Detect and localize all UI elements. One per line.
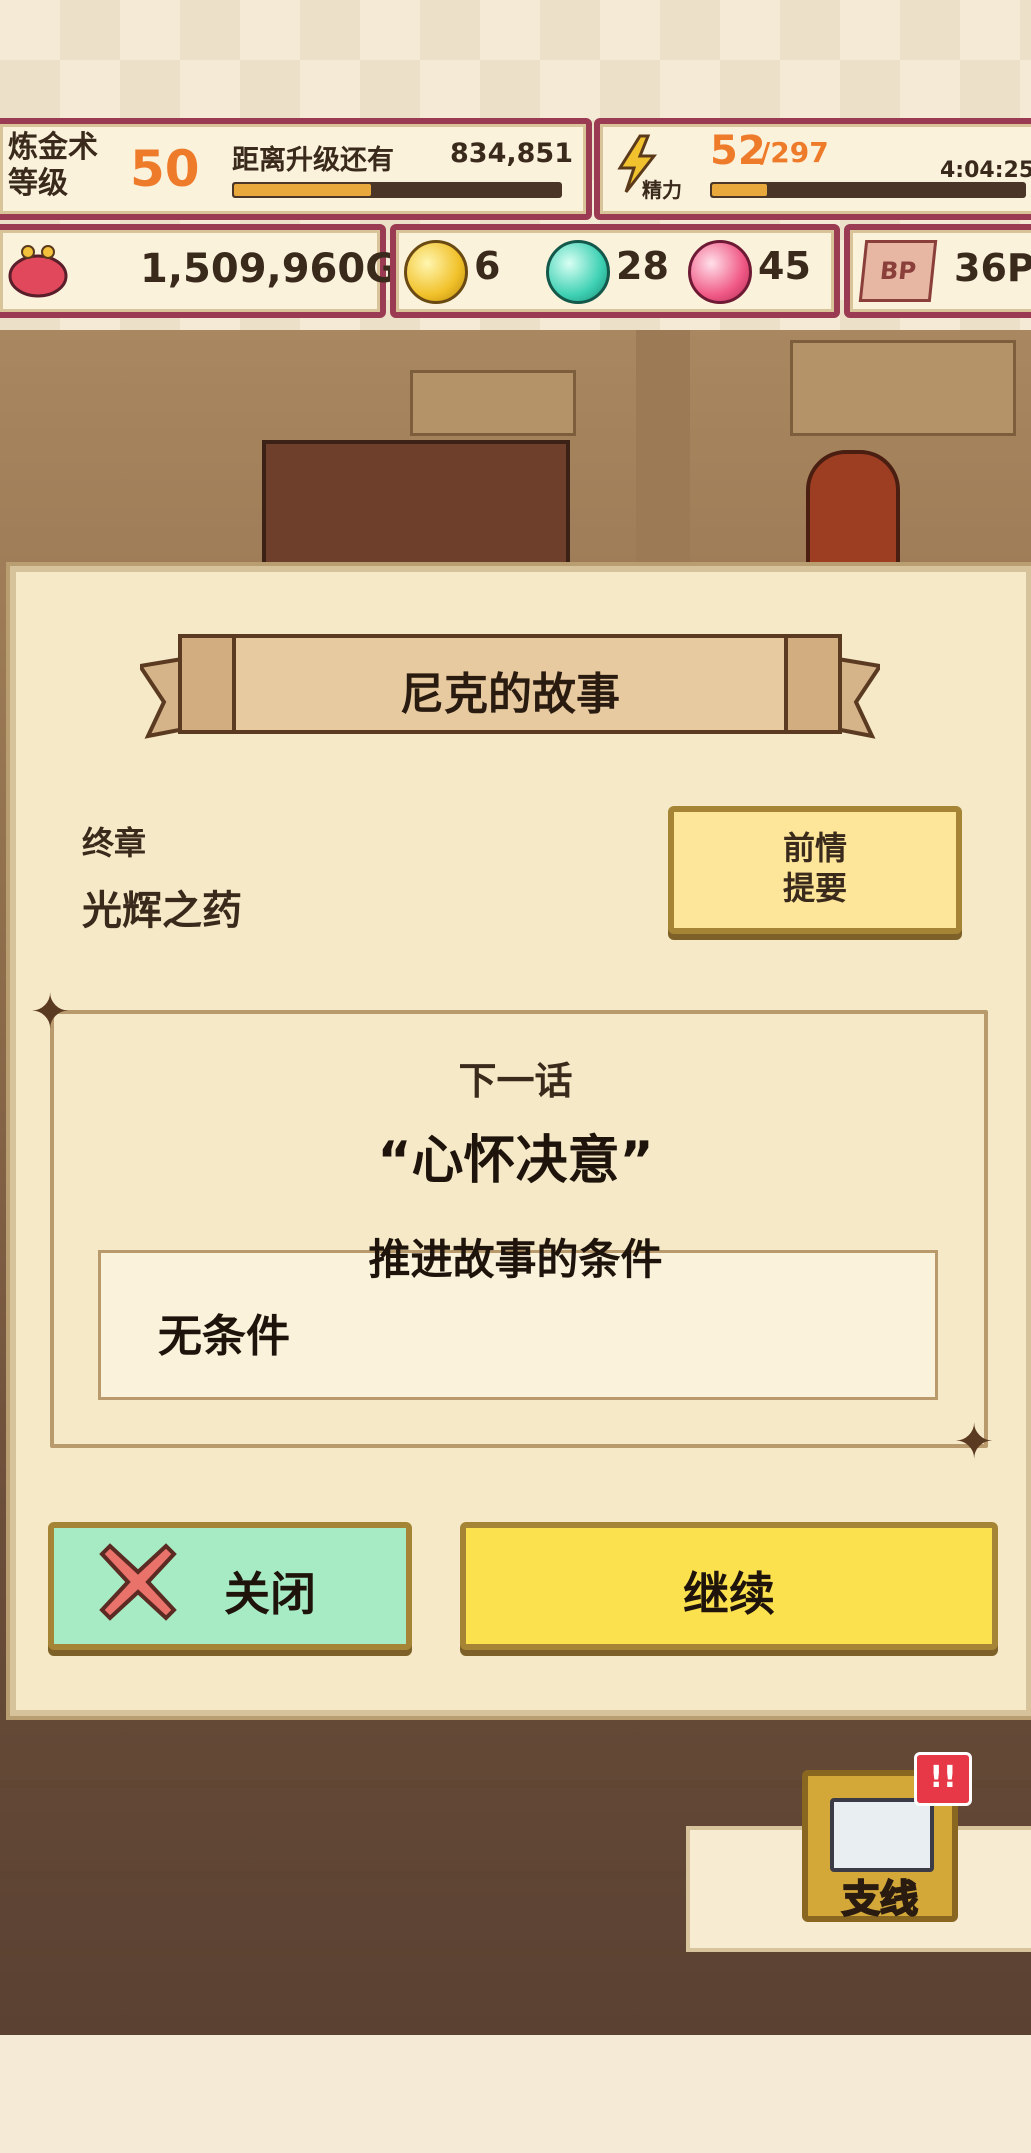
- bp-value: 36P: [954, 246, 1031, 290]
- stamina-max: /297: [760, 136, 829, 169]
- alert-badge-text: !!: [929, 1760, 957, 1795]
- close-x-icon: [98, 1542, 178, 1622]
- purse-icon: [6, 242, 70, 298]
- condition-header: 推进故事的条件: [368, 1235, 663, 1284]
- next-level-value: 834,851: [450, 138, 573, 169]
- condition-value: 无条件: [158, 1311, 290, 1362]
- next-episode-title: “心怀决意”: [377, 1131, 654, 1191]
- bp-icon: BP: [858, 240, 938, 302]
- pink-gem-icon: [688, 240, 752, 304]
- recap-button[interactable]: 前情 提要: [668, 806, 962, 934]
- stamina-bar-fill: [712, 184, 767, 196]
- gem-teal-count: 28: [616, 244, 669, 288]
- hud: 炼金术 等级 50 距离升级还有 834,851 精力 52 /297 4:04…: [0, 118, 1031, 330]
- sparkle-icon: ✦: [30, 984, 71, 1040]
- bp-icon-label: BP: [878, 257, 918, 285]
- bottom-bar: [0, 2035, 1031, 2153]
- yellow-gem-icon: [404, 240, 468, 304]
- gem-pink-count: 45: [758, 244, 811, 288]
- xp-bar-fill: [234, 184, 371, 196]
- continue-button-label: 继续: [683, 1567, 775, 1621]
- sparkle-icon: ✦: [954, 1414, 995, 1470]
- chapter-name: 光辉之药: [82, 888, 242, 934]
- wooden-pillar: [636, 330, 690, 570]
- alert-badge: !!: [914, 1752, 972, 1806]
- wall-sign-right: [790, 340, 1016, 436]
- close-button-label: 关闭: [224, 1567, 316, 1621]
- furnace: [806, 450, 900, 568]
- stamina-timer: 4:04:25: [940, 158, 1031, 183]
- next-level-label: 距离升级还有: [232, 145, 394, 176]
- next-episode-label: 下一话: [458, 1059, 573, 1103]
- gold-value: 1,509,960G: [140, 246, 399, 292]
- gem-yellow-count: 6: [474, 244, 501, 288]
- chapter-label: 终章: [82, 824, 147, 862]
- level-label: 炼金术 等级: [8, 130, 98, 201]
- xp-bar: [232, 182, 562, 198]
- book-icon: [830, 1798, 934, 1872]
- stamina-bar: [710, 182, 1026, 198]
- level-value: 50: [130, 140, 200, 198]
- recap-button-label: 前情 提要: [782, 829, 847, 907]
- dialog-title: 尼克的故事: [400, 669, 620, 720]
- continue-button[interactable]: 继续: [460, 1522, 998, 1650]
- title-scroll-banner: 尼克的故事: [136, 616, 884, 756]
- teal-gem-icon: [546, 240, 610, 304]
- wall-sign: [410, 370, 576, 436]
- close-button[interactable]: 关闭: [48, 1522, 412, 1650]
- stamina-current: 52: [710, 128, 766, 174]
- side-story-label: 支线: [841, 1876, 919, 1922]
- stamina-icon-label: 精力: [642, 178, 682, 202]
